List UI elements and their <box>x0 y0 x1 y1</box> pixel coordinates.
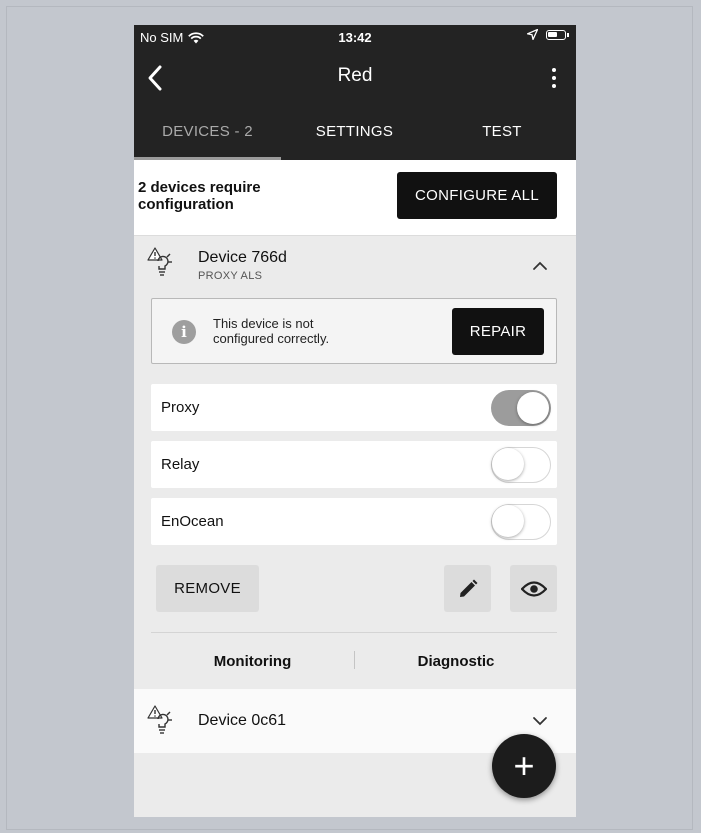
status-time: 13:42 <box>338 30 372 45</box>
tab-settings[interactable]: SETTINGS <box>281 117 428 160</box>
monitoring-link[interactable]: Monitoring <box>151 633 354 689</box>
chevron-down-icon[interactable] <box>532 716 548 726</box>
remove-button[interactable]: REMOVE <box>156 565 259 612</box>
relay-switch[interactable] <box>491 447 551 483</box>
toggle-row-enocean: EnOcean <box>151 498 557 545</box>
repair-button[interactable]: REPAIR <box>452 308 544 355</box>
tab-test[interactable]: TEST <box>428 117 576 160</box>
add-device-button[interactable]: + <box>492 734 556 798</box>
switch-knob <box>517 392 549 424</box>
device-warning-box: i This device is not configured correctl… <box>151 298 557 364</box>
configure-all-button[interactable]: CONFIGURE ALL <box>397 172 557 219</box>
status-right <box>527 29 569 40</box>
battery-icon <box>546 29 569 40</box>
switch-knob <box>492 505 524 537</box>
pencil-icon <box>459 579 477 597</box>
more-vertical-icon[interactable] <box>544 65 564 91</box>
switch-knob <box>492 448 524 480</box>
chevron-up-icon[interactable] <box>532 261 548 271</box>
device-766d-header[interactable] <box>134 235 576 299</box>
diagnostic-link[interactable]: Diagnostic <box>355 633 557 689</box>
identify-button[interactable] <box>510 565 557 612</box>
tab-bar: DEVICES - 2 SETTINGS TEST <box>134 117 576 160</box>
device-766d-type: PROXY ALS <box>198 270 263 282</box>
edit-button[interactable] <box>444 565 491 612</box>
location-arrow-icon <box>527 29 538 40</box>
device-766d-name: Device 766d <box>198 249 287 266</box>
nav-bar: Red <box>134 55 576 99</box>
proxy-switch[interactable] <box>491 390 551 426</box>
status-bar: No SIM 13:42 <box>134 25 576 49</box>
app-header: No SIM 13:42 Red DEVICES - 2 SETTINGS TE… <box>134 25 576 160</box>
phone-screen: No SIM 13:42 Red DEVICES - 2 SETTINGS TE… <box>134 25 576 817</box>
enocean-label: EnOcean <box>161 513 224 530</box>
enocean-switch[interactable] <box>491 504 551 540</box>
proxy-label: Proxy <box>161 399 200 416</box>
toggle-row-proxy: Proxy <box>151 384 557 431</box>
toggle-row-relay: Relay <box>151 441 557 488</box>
device-warning-text: This device is not configured correctly. <box>213 316 330 346</box>
warning-bulb-icon <box>147 705 172 734</box>
info-icon: i <box>172 320 196 344</box>
configuration-message: 2 devices require configuration <box>138 179 261 213</box>
tab-devices[interactable]: DEVICES - 2 <box>134 117 281 160</box>
relay-label: Relay <box>161 456 200 473</box>
eye-icon <box>520 580 547 597</box>
page-title: Red <box>337 65 373 86</box>
warning-bulb-icon <box>147 247 172 276</box>
device-0c61-name: Device 0c61 <box>198 712 287 729</box>
